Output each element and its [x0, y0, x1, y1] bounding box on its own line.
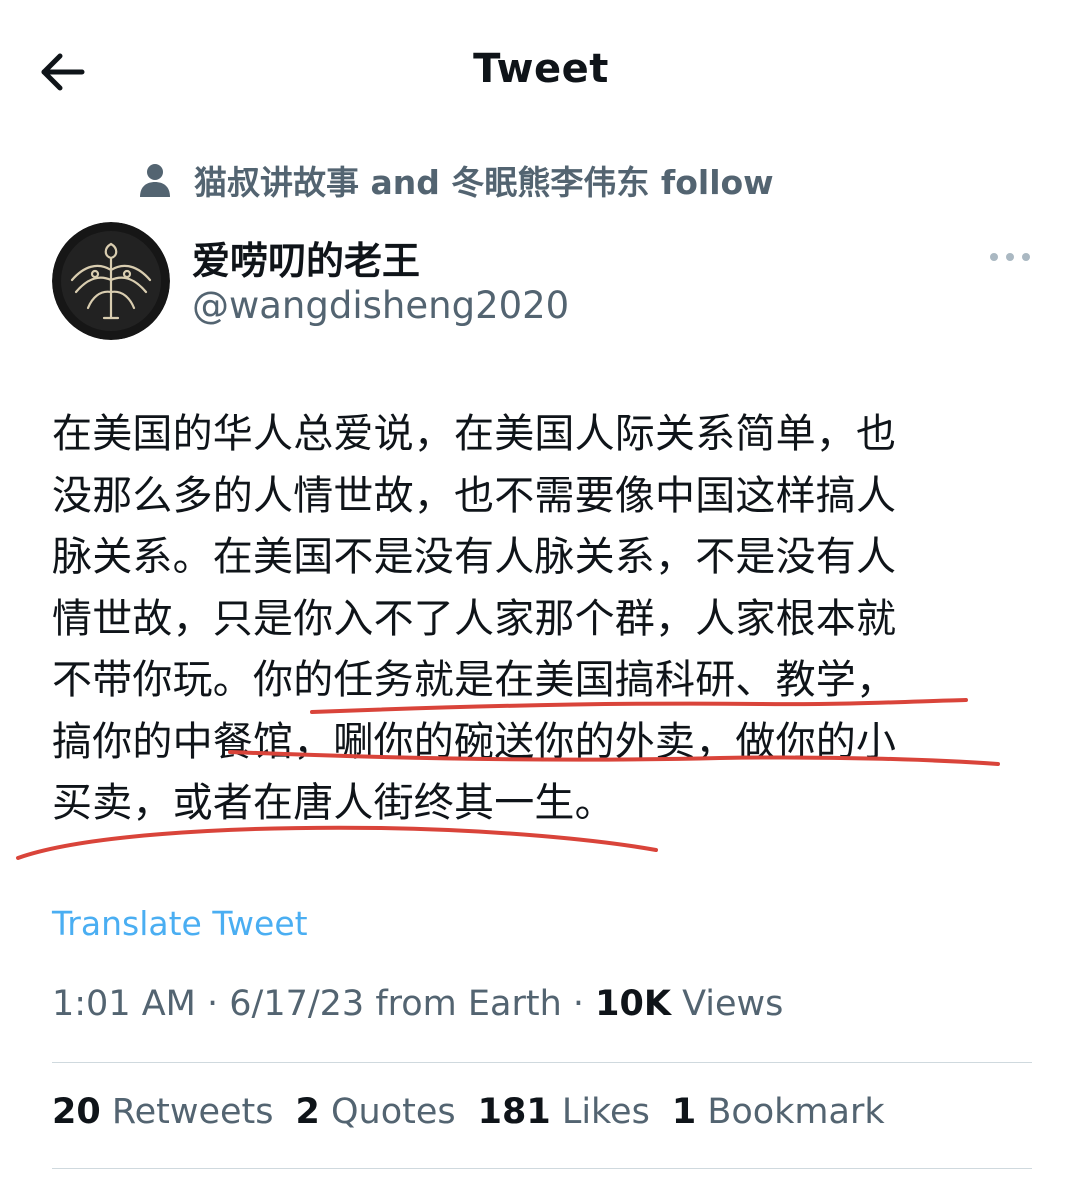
- author-handle[interactable]: @wangdisheng2020: [192, 284, 569, 327]
- meta-separator: ·: [195, 984, 230, 1024]
- more-button[interactable]: [986, 244, 1034, 270]
- tweet-text-line: 脉关系。在美国不是没有人脉关系，不是没有人: [52, 534, 897, 580]
- tweet-text-line: 买卖，或者在唐人街终其一生。: [52, 780, 615, 826]
- tweet-text-line: 情世故，只是你入不了人家那个群，人家根本就: [52, 595, 897, 642]
- divider: [52, 1168, 1032, 1169]
- likes-count: 181: [477, 1092, 551, 1132]
- bookmarks-count: 1: [671, 1092, 697, 1132]
- retweets-stat[interactable]: 20 Retweets: [52, 1092, 274, 1132]
- phoenix-emblem-avatar: [52, 222, 170, 340]
- retweets-count: 20: [52, 1092, 101, 1132]
- top-bar: Tweet: [0, 0, 1082, 140]
- tweet-text-line: 不带你玩。你的任务就是在美国搞科研、教学，: [52, 657, 897, 703]
- views-count: 10K: [595, 984, 671, 1024]
- quotes-stat[interactable]: 2 Quotes: [296, 1092, 456, 1132]
- divider: [52, 1062, 1032, 1063]
- tweet-time[interactable]: 1:01 AM: [52, 984, 196, 1024]
- translate-tweet-link[interactable]: Translate Tweet: [52, 904, 308, 943]
- social-context-text: 猫叔讲故事 and 冬眠熊李伟东 follow: [194, 163, 774, 202]
- likes-stat[interactable]: 181 Likes: [478, 1092, 650, 1132]
- engagement-stats: 20 Retweets 2 Quotes 181 Likes 1 Bookmar…: [52, 1092, 907, 1132]
- retweets-label: Retweets: [100, 1092, 274, 1132]
- author-display-name[interactable]: 爱唠叨的老王: [192, 230, 420, 285]
- tweet-text: 在美国的华人总爱说，在美国人际关系简单，也 没那么多的人情世故，也不需要像中国这…: [52, 404, 1032, 835]
- bookmarks-stat[interactable]: 1 Bookmark: [672, 1092, 885, 1132]
- quotes-label: Quotes: [319, 1092, 456, 1132]
- avatar[interactable]: [52, 222, 170, 340]
- person-icon: [140, 164, 170, 197]
- tweet-metadata: 1:01 AM · 6/17/23 from Earth · 10K Views: [52, 984, 783, 1024]
- meta-separator: ·: [561, 984, 596, 1024]
- tweet-text-line: 搞你的中餐馆，唰你的碗送你的外卖，做你的小: [52, 718, 897, 765]
- more-horizontal-icon: [990, 253, 1030, 261]
- tweet-source: from Earth: [364, 984, 562, 1024]
- tweet-date[interactable]: 6/17/23: [229, 984, 364, 1024]
- bookmarks-label: Bookmark: [696, 1092, 885, 1132]
- tweet-text-line: 在美国的华人总爱说，在美国人际关系简单，也: [52, 411, 897, 457]
- social-context[interactable]: 猫叔讲故事 and 冬眠熊李伟东 follow: [138, 158, 774, 202]
- quotes-count: 2: [295, 1092, 320, 1132]
- likes-label: Likes: [550, 1092, 650, 1132]
- tweet-text-line: 没那么多的人情世故，也不需要像中国这样搞人: [52, 472, 897, 519]
- views-label: Views: [670, 984, 784, 1024]
- page-title: Tweet: [473, 46, 609, 92]
